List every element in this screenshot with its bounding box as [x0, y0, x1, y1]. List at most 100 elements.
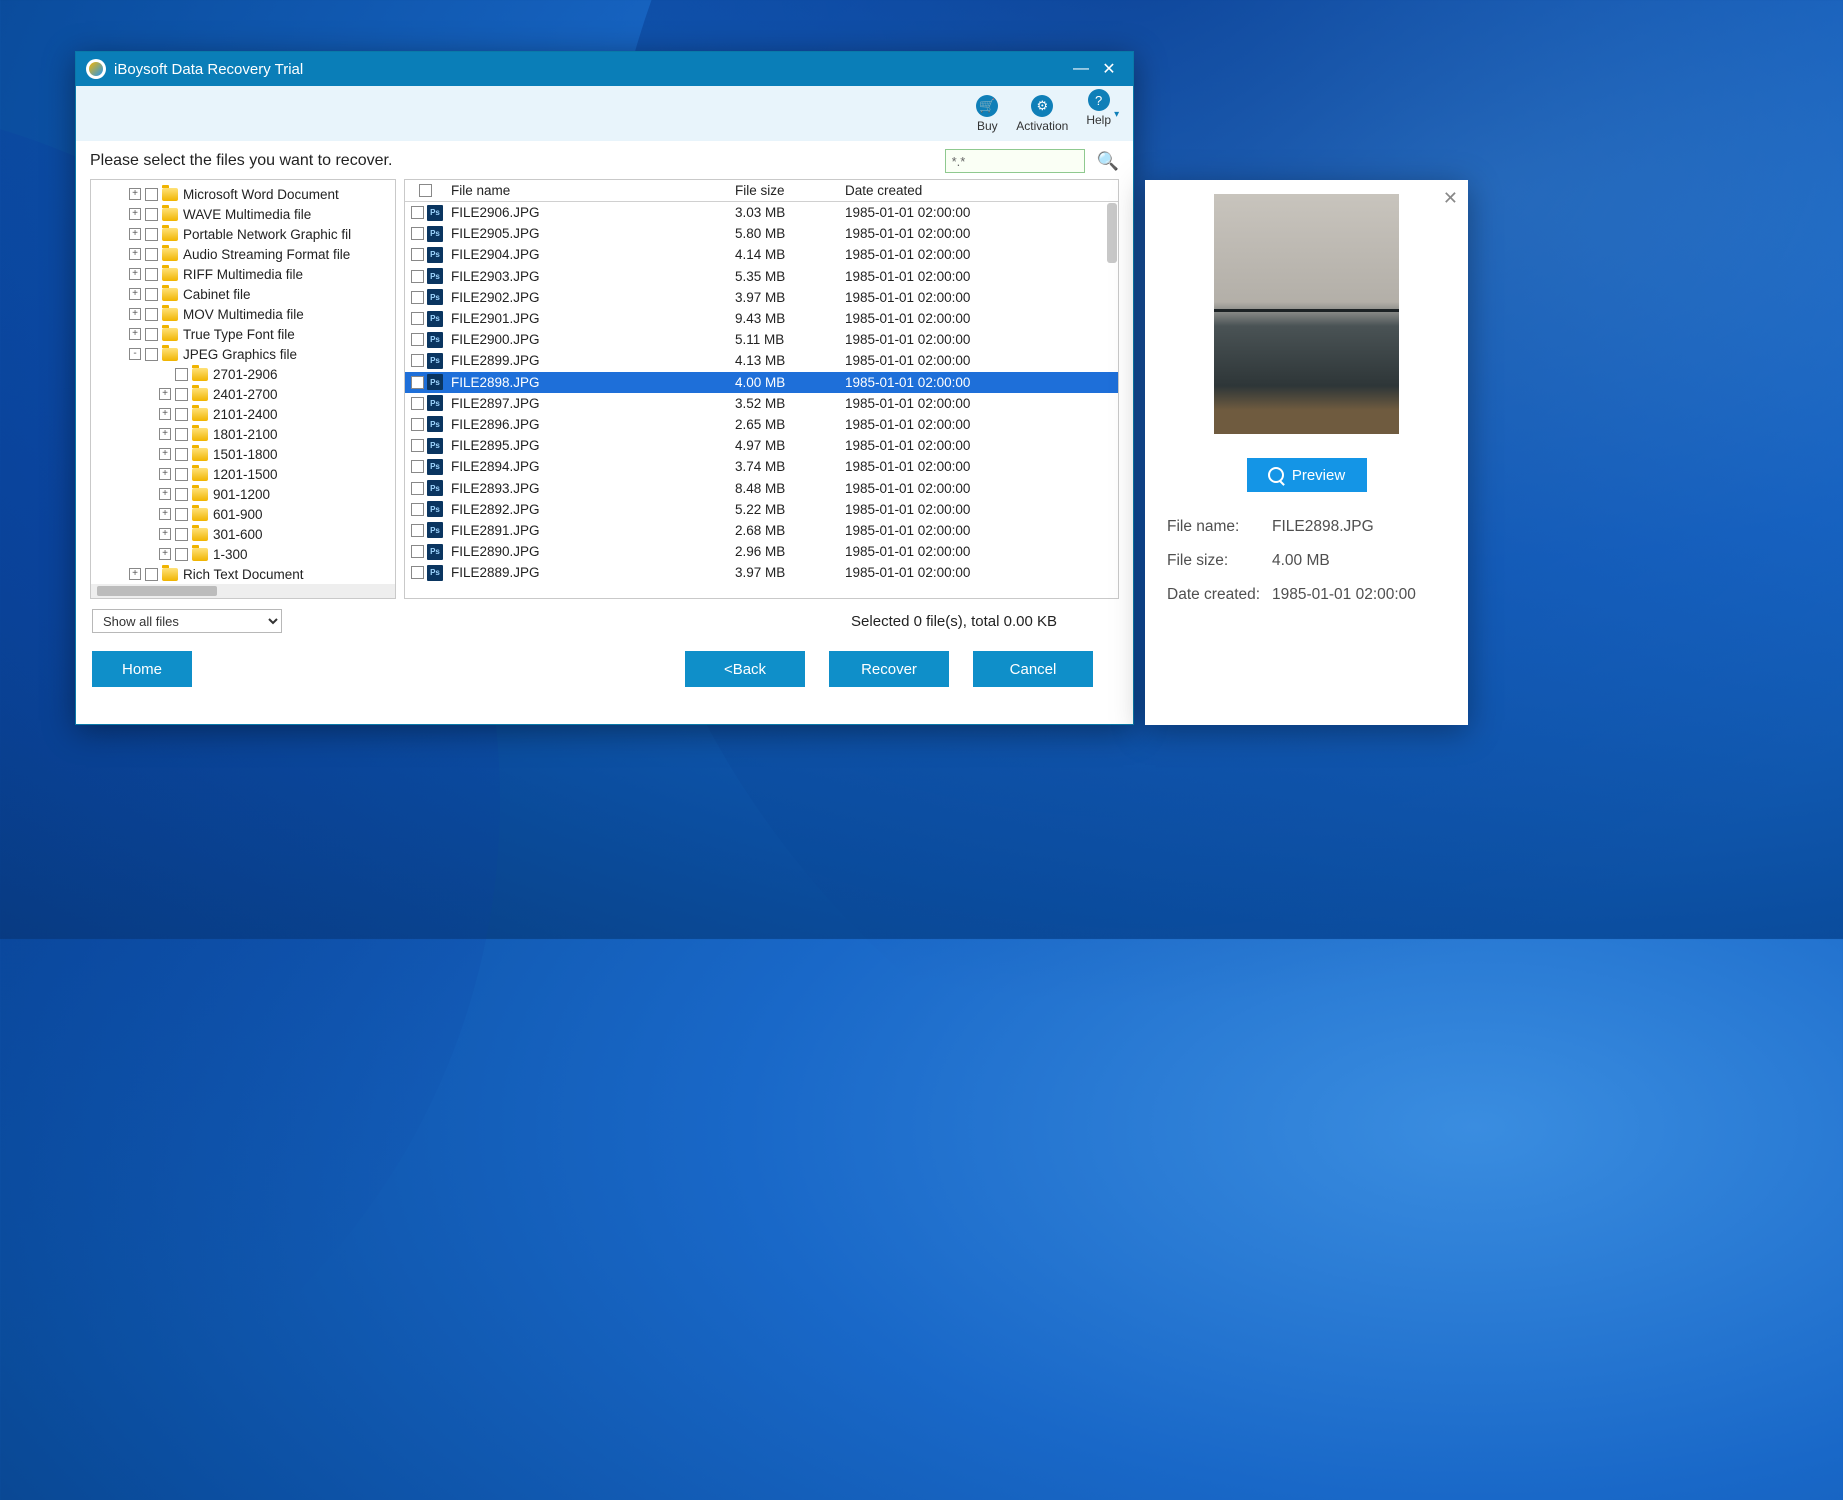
tree-checkbox[interactable] — [145, 268, 158, 281]
tree-checkbox[interactable] — [175, 368, 188, 381]
file-row[interactable]: PsFILE2895.JPG4.97 MB1985-01-01 02:00:00 — [405, 435, 1118, 456]
col-filesize[interactable]: File size — [735, 183, 845, 198]
tree-item[interactable]: +601-900 — [91, 504, 395, 524]
tree-item[interactable]: +Microsoft Word Document — [91, 184, 395, 204]
file-row[interactable]: PsFILE2894.JPG3.74 MB1985-01-01 02:00:00 — [405, 456, 1118, 477]
expand-icon[interactable]: + — [159, 528, 171, 540]
tree-item[interactable]: +901-1200 — [91, 484, 395, 504]
file-checkbox[interactable] — [411, 503, 424, 516]
expand-icon[interactable]: + — [129, 228, 141, 240]
expand-icon[interactable]: + — [159, 468, 171, 480]
minimize-button[interactable]: — — [1067, 59, 1095, 79]
tree-checkbox[interactable] — [175, 388, 188, 401]
file-row[interactable]: PsFILE2896.JPG2.65 MB1985-01-01 02:00:00 — [405, 414, 1118, 435]
file-body[interactable]: PsFILE2906.JPG3.03 MB1985-01-01 02:00:00… — [405, 202, 1118, 598]
home-button[interactable]: Home — [92, 651, 192, 687]
tree-checkbox[interactable] — [145, 328, 158, 341]
tree-item[interactable]: +Portable Network Graphic fil — [91, 224, 395, 244]
tree-item[interactable]: +2401-2700 — [91, 384, 395, 404]
help-button[interactable]: ? Help — [1086, 89, 1111, 138]
file-checkbox[interactable] — [411, 439, 424, 452]
tree-item[interactable]: +1801-2100 — [91, 424, 395, 444]
file-row[interactable]: PsFILE2901.JPG9.43 MB1985-01-01 02:00:00 — [405, 308, 1118, 329]
search-icon[interactable]: 🔍 — [1097, 151, 1119, 172]
file-row[interactable]: PsFILE2900.JPG5.11 MB1985-01-01 02:00:00 — [405, 329, 1118, 350]
preview-button[interactable]: Preview — [1247, 458, 1367, 492]
tree-item[interactable]: +Audio Streaming Format file — [91, 244, 395, 264]
file-checkbox[interactable] — [411, 524, 424, 537]
tree-item[interactable]: -JPEG Graphics file — [91, 344, 395, 364]
expand-icon[interactable]: + — [159, 388, 171, 400]
file-checkbox[interactable] — [411, 460, 424, 473]
tree-item[interactable]: +2101-2400 — [91, 404, 395, 424]
file-checkbox[interactable] — [411, 545, 424, 558]
tree-checkbox[interactable] — [145, 228, 158, 241]
expand-icon[interactable]: + — [129, 288, 141, 300]
file-checkbox[interactable] — [411, 227, 424, 240]
tree-item[interactable]: +MOV Multimedia file — [91, 304, 395, 324]
tree-checkbox[interactable] — [145, 288, 158, 301]
expand-icon[interactable]: + — [159, 428, 171, 440]
tree-checkbox[interactable] — [175, 448, 188, 461]
back-button[interactable]: <Back — [685, 651, 805, 687]
tree-item[interactable]: +1-300 — [91, 544, 395, 564]
tree-checkbox[interactable] — [175, 548, 188, 561]
file-checkbox[interactable] — [411, 248, 424, 261]
expand-icon[interactable]: + — [159, 448, 171, 460]
recover-button[interactable]: Recover — [829, 651, 949, 687]
file-row[interactable]: PsFILE2899.JPG4.13 MB1985-01-01 02:00:00 — [405, 350, 1118, 371]
expand-icon[interactable]: + — [159, 408, 171, 420]
file-checkbox[interactable] — [411, 291, 424, 304]
col-datecreated[interactable]: Date created — [845, 183, 1118, 198]
expand-icon[interactable]: + — [159, 548, 171, 560]
tree-hscrollbar[interactable] — [91, 584, 395, 598]
file-checkbox[interactable] — [411, 376, 424, 389]
tree-checkbox[interactable] — [175, 428, 188, 441]
expand-icon[interactable]: + — [159, 488, 171, 500]
tree-item[interactable]: +301-600 — [91, 524, 395, 544]
file-checkbox[interactable] — [411, 312, 424, 325]
tree-item[interactable]: +Cabinet file — [91, 284, 395, 304]
file-checkbox[interactable] — [411, 206, 424, 219]
expand-icon[interactable]: - — [129, 348, 141, 360]
select-all-checkbox[interactable] — [419, 184, 432, 197]
expand-icon[interactable]: + — [129, 308, 141, 320]
expand-icon[interactable]: + — [129, 248, 141, 260]
tree-checkbox[interactable] — [145, 308, 158, 321]
tree-hscroll-thumb[interactable] — [97, 586, 217, 596]
file-row[interactable]: PsFILE2892.JPG5.22 MB1985-01-01 02:00:00 — [405, 499, 1118, 520]
file-row[interactable]: PsFILE2890.JPG2.96 MB1985-01-01 02:00:00 — [405, 541, 1118, 562]
file-row[interactable]: PsFILE2906.JPG3.03 MB1985-01-01 02:00:00 — [405, 202, 1118, 223]
col-filename[interactable]: File name — [445, 183, 735, 198]
file-row[interactable]: PsFILE2898.JPG4.00 MB1985-01-01 02:00:00 — [405, 372, 1118, 393]
tree-checkbox[interactable] — [145, 208, 158, 221]
filter-select[interactable]: Show all files — [92, 609, 282, 633]
file-row[interactable]: PsFILE2889.JPG3.97 MB1985-01-01 02:00:00 — [405, 562, 1118, 583]
expand-icon[interactable]: + — [129, 268, 141, 280]
file-checkbox[interactable] — [411, 354, 424, 367]
expand-icon[interactable]: + — [129, 188, 141, 200]
tree-checkbox[interactable] — [175, 468, 188, 481]
search-input[interactable] — [945, 149, 1085, 173]
tree-item[interactable]: +WAVE Multimedia file — [91, 204, 395, 224]
file-row[interactable]: PsFILE2902.JPG3.97 MB1985-01-01 02:00:00 — [405, 287, 1118, 308]
tree-checkbox[interactable] — [145, 568, 158, 581]
file-row[interactable]: PsFILE2891.JPG2.68 MB1985-01-01 02:00:00 — [405, 520, 1118, 541]
tree-checkbox[interactable] — [175, 408, 188, 421]
scrollbar-thumb[interactable] — [1107, 203, 1117, 263]
tree-checkbox[interactable] — [175, 528, 188, 541]
file-row[interactable]: PsFILE2905.JPG5.80 MB1985-01-01 02:00:00 — [405, 223, 1118, 244]
file-row[interactable]: PsFILE2903.JPG5.35 MB1985-01-01 02:00:00 — [405, 266, 1118, 287]
file-checkbox[interactable] — [411, 397, 424, 410]
file-checkbox[interactable] — [411, 482, 424, 495]
tree-item[interactable]: +1201-1500 — [91, 464, 395, 484]
file-checkbox[interactable] — [411, 270, 424, 283]
tree-checkbox[interactable] — [145, 188, 158, 201]
expand-icon[interactable]: + — [129, 208, 141, 220]
activation-button[interactable]: ⚙ Activation — [1016, 95, 1068, 133]
expand-icon[interactable]: + — [159, 508, 171, 520]
file-checkbox[interactable] — [411, 418, 424, 431]
tree-checkbox[interactable] — [175, 508, 188, 521]
tree-item[interactable]: +Rich Text Document — [91, 564, 395, 584]
file-row[interactable]: PsFILE2893.JPG8.48 MB1985-01-01 02:00:00 — [405, 477, 1118, 498]
